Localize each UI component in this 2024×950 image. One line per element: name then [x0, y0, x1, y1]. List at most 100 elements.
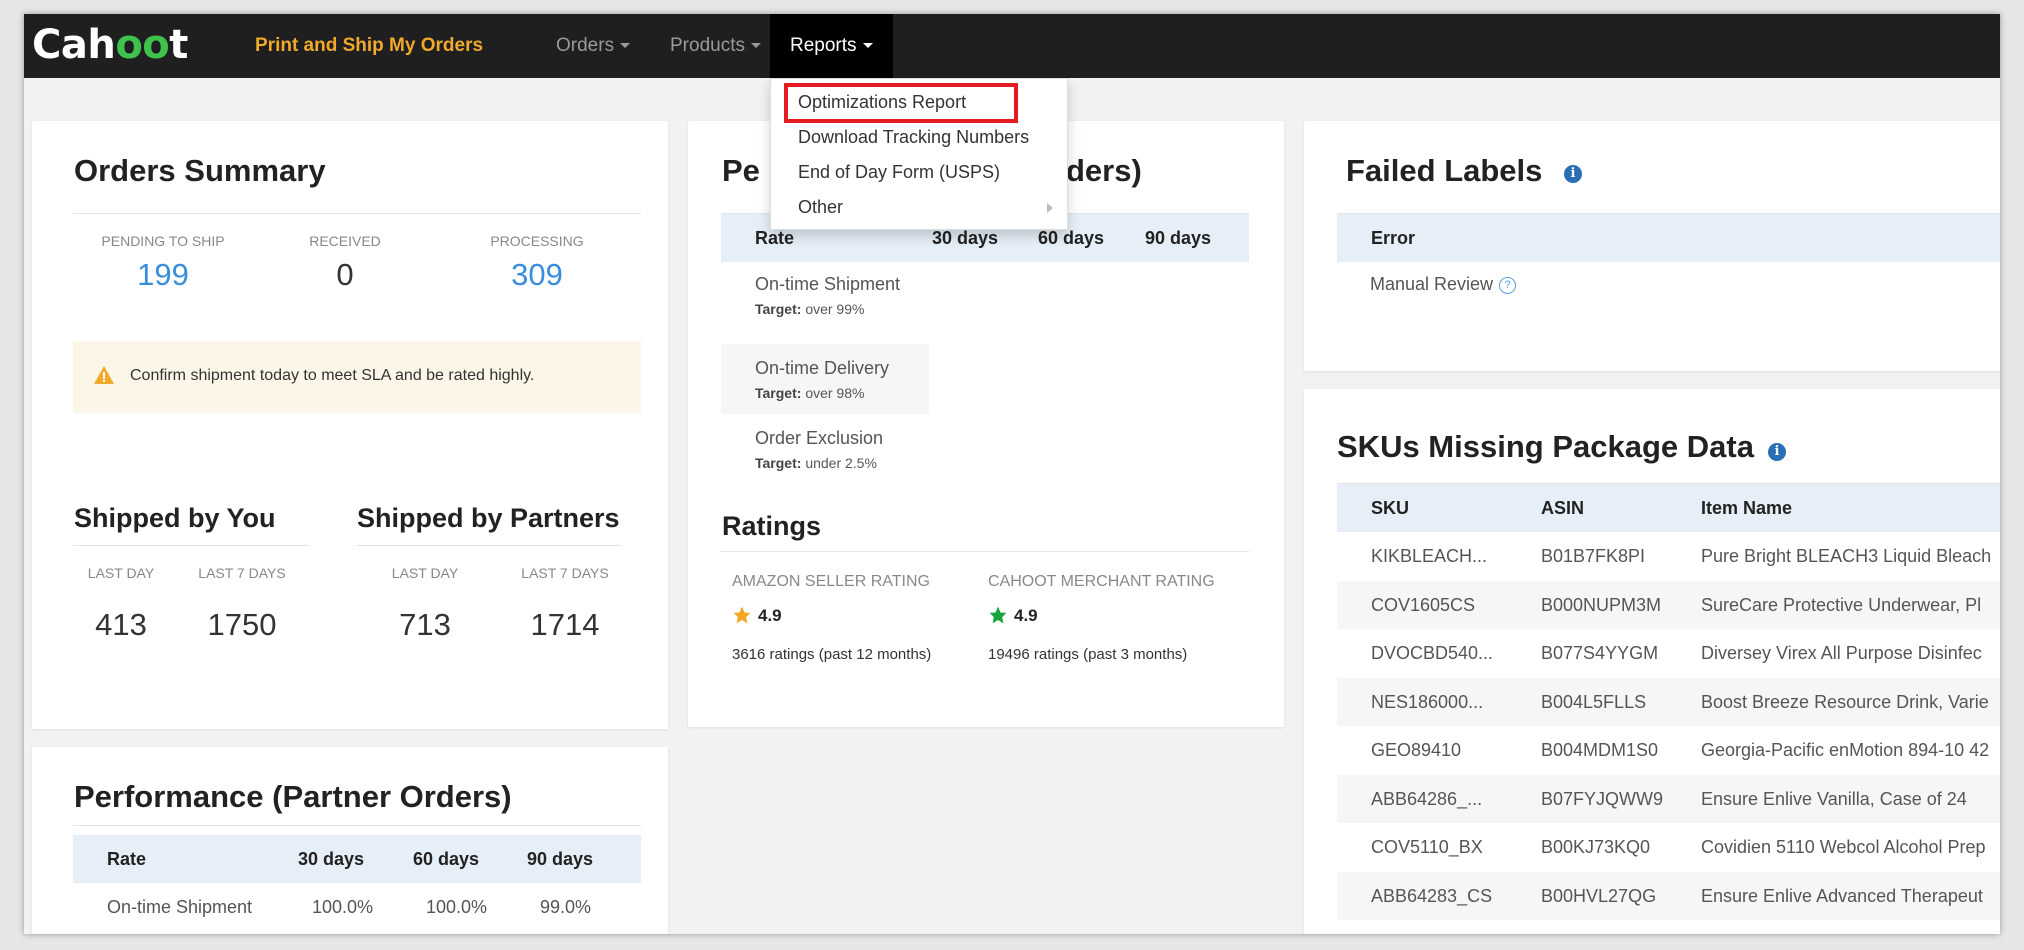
- skus-missing-title: SKUs Missing Package Data: [1337, 429, 1754, 464]
- cahoot-rating-value: 4.9: [1014, 606, 1038, 625]
- col-asin: ASIN: [1541, 498, 1585, 518]
- col-60-days: 60 days: [413, 849, 480, 869]
- table-row[interactable]: COV1605CS B000NUPM3M SureCare Protective U…: [1337, 580, 2000, 629]
- failed-labels-card: Failed Labels i Error Manual Review?: [1304, 121, 2000, 371]
- processing-label: PROCESSING: [490, 233, 584, 249]
- skus-missing-rows: KIKBLEACH... B01B7FK8PI Pure Bright BLEACH…: [1337, 532, 2000, 934]
- sku-cell-sku: DVOCBD540...: [1371, 643, 1494, 663]
- info-icon[interactable]: i: [1768, 443, 1786, 461]
- partner-row-30: 100.0%: [312, 897, 374, 917]
- you-last-7-days-label: LAST 7 DAYS: [198, 565, 286, 581]
- metric-ontime-delivery: On-time Delivery: [755, 358, 890, 378]
- sla-alert: Confirm shipment today to meet SLA and b…: [73, 341, 641, 413]
- sku-cell-sku: KIKBLEACH...: [1371, 546, 1488, 566]
- performance-my-title-left: Pe: [722, 153, 760, 188]
- sku-cell-name: Ensure Enlive Vanilla, Case of 24: [1701, 788, 1967, 809]
- failed-row-manual-review: Manual Review?: [1370, 274, 1517, 295]
- you-last-day-value: 413: [95, 607, 147, 642]
- sku-cell-name: Covidien 5110 Webcol Alcohol Prep: [1701, 837, 1986, 857]
- metric-ontime-shipment: On-time Shipment: [755, 274, 901, 294]
- nav-orders-menu[interactable]: Orders: [538, 14, 648, 78]
- top-navbar: Cahoot Print and Ship My Orders Orders P…: [24, 14, 2000, 78]
- sku-cell-sku: ABB64283_CS: [1371, 885, 1493, 906]
- caret-down-icon: [862, 43, 873, 49]
- you-last-7-days-value: 1750: [207, 607, 277, 642]
- sla-alert-text: Confirm shipment today to meet SLA and b…: [130, 367, 535, 384]
- sku-cell-name: SureCare Protective Underwear, Pl: [1701, 594, 1982, 615]
- sku-cell-name: Ensure Enlive Advanced Therapeut: [1701, 885, 1983, 906]
- metric-order-exclusion: Order Exclusion: [755, 428, 884, 448]
- menu-item-end-of-day-form[interactable]: End of Day Form (USPS): [771, 155, 1067, 190]
- sku-cell-asin: B004L5FLLS: [1541, 691, 1647, 712]
- partners-last-7-days-label: LAST 7 DAYS: [521, 565, 609, 581]
- partners-last-day-label: LAST DAY: [391, 565, 459, 581]
- performance-partner-header: Rate 30 days 60 days 90 days: [73, 835, 641, 883]
- performance-partner-title: Performance (Partner Orders): [74, 779, 512, 814]
- amazon-rating-label: AMAZON SELLER RATING: [732, 573, 930, 590]
- sku-cell-asin: B01B7FK8PI: [1541, 546, 1646, 566]
- sku-cell-asin: B07FYJQWW9: [1541, 788, 1664, 809]
- nav-print-ship[interactable]: Print and Ship My Orders: [233, 14, 505, 78]
- star-icon: [989, 606, 1007, 624]
- pending-to-ship-value[interactable]: 199: [73, 257, 253, 293]
- received-label: RECEIVED: [309, 233, 381, 249]
- sku-cell-name: Diversey Virex All Purpose Disinfec: [1701, 643, 1982, 663]
- orders-summary-card: Orders Summary PENDING TO SHIP 199 RECEI…: [32, 121, 668, 729]
- cahoot-logo[interactable]: Cahoot: [32, 22, 188, 68]
- table-row[interactable]: GEO89410 B004MDM1S0 Georgia-Pacific enMoti…: [1337, 726, 2000, 774]
- table-row[interactable]: ABB64286_... B07FYJQWW9 Ensure Enlive Vani…: [1337, 774, 2000, 823]
- sku-cell-sku: GEO89410: [1371, 740, 1462, 760]
- table-row[interactable]: NES186000... B004L5FLLS Boost Breeze Resou…: [1337, 677, 2000, 726]
- nav-products-menu[interactable]: Products: [652, 14, 779, 78]
- partner-row-name: On-time Shipment: [107, 897, 253, 917]
- partner-row-90: 99.0%: [540, 897, 592, 917]
- table-row[interactable]: KIKBLEACH... B01B7FK8PI Pure Bright BLEACH…: [1337, 532, 2000, 580]
- sku-cell-asin: B077S4YYGM: [1541, 643, 1659, 663]
- menu-item-optimizations-report[interactable]: Optimizations Report: [771, 83, 1067, 123]
- partners-last-day-value: 713: [399, 607, 451, 642]
- help-icon[interactable]: ?: [1499, 276, 1517, 294]
- pending-to-ship-label: PENDING TO SHIP: [101, 233, 225, 249]
- processing-value[interactable]: 309: [447, 257, 627, 293]
- received-value: 0: [336, 257, 354, 292]
- failed-labels-header: Error: [1337, 214, 2000, 262]
- orders-summary-title: Orders Summary: [74, 153, 326, 188]
- col-rate: Rate: [755, 228, 795, 248]
- table-row[interactable]: COV5110_BX B00KJ73KQ0 Covidien 5110 Webcol…: [1337, 823, 2000, 871]
- sku-cell-sku: NES186000...: [1371, 691, 1484, 712]
- partners-last-7-days-value: 1714: [530, 607, 600, 642]
- you-last-day-label: LAST DAY: [87, 565, 155, 581]
- sku-cell-asin: B00KJ73KQ0: [1541, 837, 1651, 857]
- performance-my-title-right: ders): [1066, 153, 1142, 188]
- menu-item-other[interactable]: Other: [771, 190, 1067, 225]
- sku-cell-sku: COV1605CS: [1371, 594, 1476, 615]
- col-item-name: Item Name: [1701, 498, 1793, 518]
- sku-cell-asin: B000NUPM3M: [1541, 594, 1662, 615]
- table-row[interactable]: ABB64283_CS B00HVL27QG Ensure Enlive Advan…: [1337, 871, 2000, 920]
- col-90-days: 90 days: [527, 849, 594, 869]
- info-icon[interactable]: i: [1564, 165, 1582, 183]
- warning-icon: [94, 366, 114, 384]
- skus-missing-card: SKUs Missing Package Data i SKU ASIN Ite…: [1304, 389, 2000, 934]
- table-row[interactable]: ABB64281...B0772W5DVHCount of 24 Ensure …: [1337, 920, 2000, 934]
- col-60-days: 60 days: [1038, 228, 1105, 248]
- col-90-days: 90 days: [1145, 228, 1212, 248]
- col-30-days: 30 days: [932, 228, 999, 248]
- partner-row-60: 100.0%: [426, 897, 488, 917]
- ratings-title: Ratings: [722, 511, 822, 541]
- shipped-by-partners-title: Shipped by Partners: [357, 503, 620, 533]
- caret-down-icon: [750, 43, 761, 49]
- amazon-rating-value: 4.9: [758, 606, 782, 625]
- col-error: Error: [1371, 228, 1416, 248]
- sku-cell-name: Pure Bright BLEACH3 Liquid Bleach: [1701, 546, 1992, 566]
- sku-cell-sku: COV5110_BX: [1371, 837, 1483, 857]
- nav-reports-menu[interactable]: Reports: [770, 14, 893, 78]
- menu-item-download-tracking[interactable]: Download Tracking Numbers: [771, 120, 1067, 155]
- cahoot-rating-label: CAHOOT MERCHANT RATING: [988, 573, 1215, 590]
- metric-ontime-shipment-target: Target: over 99%: [755, 301, 865, 317]
- cahoot-rating-count: 19496 ratings (past 3 months): [988, 646, 1188, 663]
- sku-cell-sku: ABB64286_...: [1371, 788, 1483, 809]
- metric-ontime-delivery-target: Target: over 98%: [755, 385, 865, 401]
- sku-cell-name: Georgia-Pacific enMotion 894-10 42: [1701, 740, 1990, 760]
- table-row[interactable]: DVOCBD540... B077S4YYGM Diversey Virex All…: [1337, 629, 2000, 677]
